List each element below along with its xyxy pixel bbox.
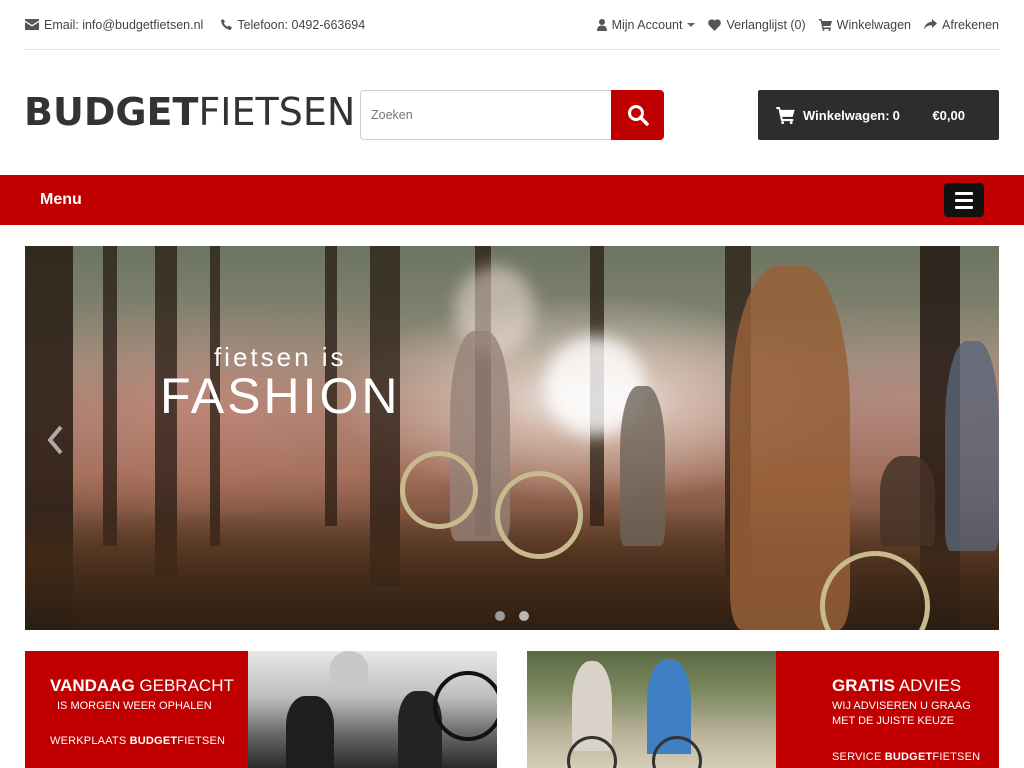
my-account-dropdown[interactable]: Mijn Account — [596, 17, 696, 32]
heart-icon — [708, 18, 722, 31]
search-bar — [360, 90, 664, 140]
envelope-icon — [25, 19, 39, 30]
advice-subtitle-line1: WIJ ADVISEREN U GRAAG — [832, 700, 971, 712]
email-text: Email: info@budgetfietsen.nl — [44, 17, 204, 32]
caret-down-icon — [687, 22, 696, 27]
search-button[interactable] — [611, 90, 664, 140]
slider-dot[interactable] — [495, 611, 505, 621]
tree-trunk — [103, 246, 117, 546]
bicycle-wheel — [433, 671, 497, 741]
mechanic-figure — [286, 696, 334, 768]
menu-toggle-button[interactable] — [944, 183, 984, 217]
menu-label[interactable]: Menu — [40, 191, 82, 209]
logo-bold: BUDGET — [24, 90, 199, 134]
cart-label: Winkelwagen — [836, 17, 912, 32]
advice-banner-text: GRATIS ADVIES WIJ ADVISEREN U GRAAG MET … — [776, 651, 999, 768]
cart-summary-count: 0 — [892, 107, 900, 123]
workshop-banner-subtitle: IS MORGEN WEER OPHALEN — [57, 700, 212, 712]
slide-caption: fietsen is FASHION — [160, 344, 400, 423]
cart-icon — [818, 18, 832, 31]
cyclists-photo — [527, 651, 776, 768]
workshop-banner-footer: WERKPLAATS BUDGETFIETSEN — [50, 734, 226, 747]
phone-icon — [221, 19, 233, 30]
cart-summary-button[interactable]: Winkelwagen: 0 €0,00 — [758, 90, 999, 140]
workshop-photo — [248, 651, 497, 768]
user-icon — [596, 18, 607, 31]
advice-banner-title: GRATIS ADVIES — [832, 676, 962, 695]
slider-prev-button[interactable] — [43, 422, 67, 458]
share-arrow-icon — [924, 19, 938, 30]
top-bar: Email: info@budgetfietsen.nl Telefoon: 0… — [25, 0, 999, 50]
slide-caption-line1: fietsen is — [213, 342, 347, 372]
account-nav: Mijn Account Verlanglijst (0) Winkelwage… — [584, 18, 999, 32]
workshop-banner[interactable]: VANDAAG GEBRACHT IS MORGEN WEER OPHALEN … — [25, 651, 497, 768]
chevron-left-icon — [47, 425, 63, 455]
hamburger-line — [955, 198, 973, 202]
phone-text: Telefoon: 0492-663694 — [237, 17, 366, 32]
person-figure — [880, 456, 935, 546]
site-logo[interactable]: BUDGETFIETSEN — [24, 93, 355, 131]
bicycle-wheel — [400, 451, 478, 529]
slide-caption-line2: FASHION — [160, 368, 401, 424]
lamp-shape — [330, 651, 368, 685]
slider-pagination — [495, 611, 529, 621]
cart-summary-amount: €0,00 — [932, 107, 965, 123]
search-icon — [627, 105, 649, 126]
hamburger-line — [955, 191, 973, 195]
cart-icon — [776, 106, 795, 124]
bicycle-wheel — [495, 471, 583, 559]
hamburger-line — [955, 205, 973, 209]
cart-summary-label: Winkelwagen: — [803, 107, 890, 123]
person-figure — [620, 386, 665, 546]
search-input[interactable] — [360, 90, 611, 140]
checkout-link[interactable]: Afrekenen — [924, 18, 999, 32]
workshop-banner-text: VANDAAG GEBRACHT IS MORGEN WEER OPHALEN … — [25, 651, 248, 768]
person-figure — [945, 341, 999, 551]
workshop-banner-title: VANDAAG GEBRACHT — [50, 676, 234, 695]
wishlist-link[interactable]: Verlanglijst (0) — [708, 17, 806, 32]
my-account-label: Mijn Account — [611, 17, 683, 32]
hero-slider[interactable]: fietsen is FASHION — [25, 246, 999, 630]
wishlist-label: Verlanglijst (0) — [726, 17, 806, 32]
contact-info: Email: info@budgetfietsen.nl Telefoon: 0… — [25, 18, 383, 32]
slider-dot[interactable] — [519, 611, 529, 621]
advice-banner[interactable]: GRATIS ADVIES WIJ ADVISEREN U GRAAG MET … — [527, 651, 999, 768]
advice-banner-footer: SERVICE BUDGETFIETSEN — [832, 750, 981, 763]
email-link[interactable]: Email: info@budgetfietsen.nl — [25, 18, 203, 32]
phone-link[interactable]: Telefoon: 0492-663694 — [221, 18, 365, 32]
logo-light: FIETSEN — [198, 90, 356, 134]
advice-subtitle-line2: MET DE JUISTE KEUZE — [832, 714, 955, 727]
checkout-label: Afrekenen — [942, 17, 999, 32]
main-menu-bar: Menu — [0, 175, 1024, 225]
advice-banner-subtitle: WIJ ADVISEREN U GRAAG MET DE JUISTE KEUZ… — [832, 699, 999, 729]
cart-link[interactable]: Winkelwagen — [818, 17, 912, 32]
